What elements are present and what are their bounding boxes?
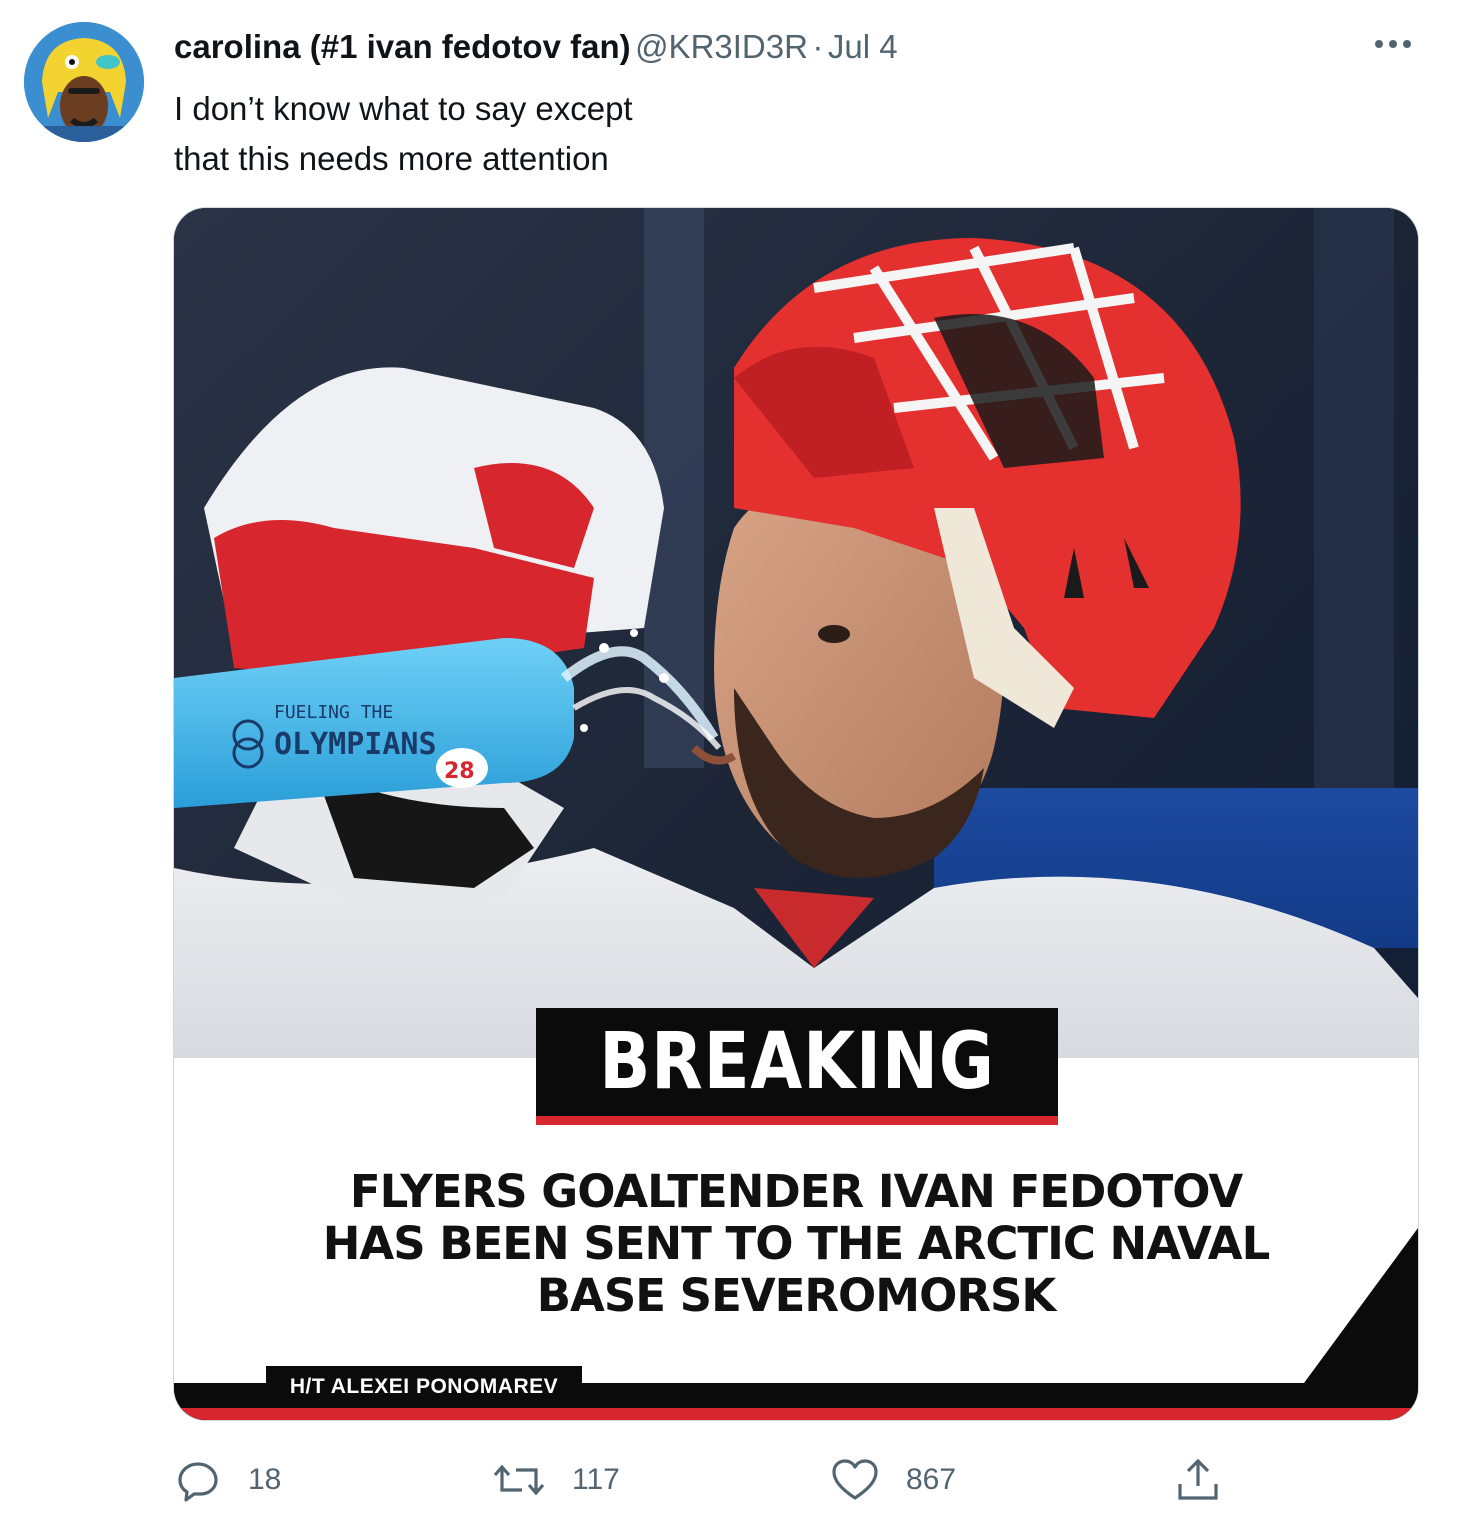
reply-count: 18 bbox=[248, 1463, 282, 1496]
like-button[interactable]: 867 bbox=[830, 1452, 956, 1508]
more-options-button[interactable] bbox=[1368, 24, 1418, 64]
retweet-icon bbox=[493, 1464, 545, 1496]
share-icon bbox=[1178, 1458, 1218, 1500]
media-headline: FLYERS GOALTENDER IVAN FEDOTOV HAS BEEN … bbox=[214, 1166, 1378, 1322]
bottle-number: 28 bbox=[444, 759, 475, 784]
tweet-text: I don’t know what to say except that thi… bbox=[174, 84, 1274, 184]
reply-icon bbox=[178, 1462, 218, 1502]
like-count: 867 bbox=[906, 1463, 957, 1496]
share-button[interactable] bbox=[1174, 1452, 1222, 1508]
avatar-image bbox=[24, 22, 144, 142]
tweet-time[interactable]: Jul 4 bbox=[828, 28, 898, 65]
credit-badge: H/T ALEXEI PONOMAREV bbox=[266, 1366, 582, 1412]
tweet-actions: 18 117 867 bbox=[174, 1452, 1274, 1508]
avatar[interactable] bbox=[24, 22, 144, 142]
like-icon bbox=[832, 1459, 878, 1500]
author-handle[interactable]: @KR3ID3R bbox=[635, 28, 808, 65]
tweet-text-line: I don’t know what to say except bbox=[174, 90, 633, 127]
credit-label: H/T ALEXEI PONOMAREV bbox=[289, 1375, 559, 1398]
reply-button[interactable]: 18 bbox=[174, 1452, 281, 1508]
separator-dot: · bbox=[812, 28, 824, 65]
bottle-text: OLYMPIANS bbox=[274, 727, 437, 762]
author-name[interactable]: carolina (#1 ivan fedotov fan) bbox=[174, 28, 631, 65]
retweet-button[interactable]: 117 bbox=[492, 1452, 620, 1508]
tweet-header: carolina (#1 ivan fedotov fan) @KR3ID3R … bbox=[174, 28, 1374, 72]
tweet-media[interactable]: FUELING THE OLYMPIANS 28 BREAKING FLYERS… bbox=[174, 208, 1418, 1420]
headline-line: FLYERS GOALTENDER IVAN FEDOTOV bbox=[349, 1165, 1243, 1218]
tweet-text-line: that this needs more attention bbox=[174, 140, 609, 177]
bottle-top-text: FUELING THE bbox=[274, 702, 393, 723]
headline-line: BASE SEVEROMORSK bbox=[536, 1269, 1057, 1322]
more-icon bbox=[1375, 40, 1411, 48]
headline-line: HAS BEEN SENT TO THE ARCTIC NAVAL bbox=[322, 1217, 1271, 1270]
breaking-label: BREAKING bbox=[599, 1017, 995, 1107]
retweet-count: 117 bbox=[572, 1463, 620, 1496]
breaking-badge: BREAKING bbox=[536, 1008, 1058, 1125]
